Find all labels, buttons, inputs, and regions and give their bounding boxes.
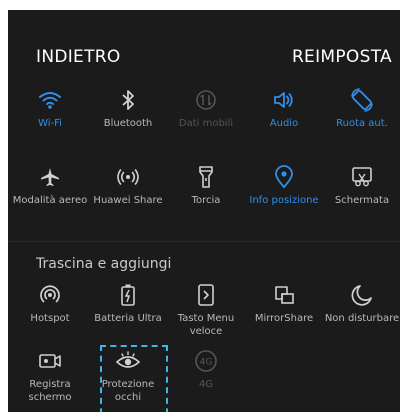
tile-flashlight[interactable]: Torcia xyxy=(167,162,245,207)
reset-button[interactable]: REIMPOSTA xyxy=(292,47,392,67)
tile-label: Non disturbare xyxy=(324,313,400,324)
tile-label: 4G xyxy=(198,379,214,390)
hotspot-icon xyxy=(11,280,89,310)
auto-rotate-icon xyxy=(323,85,400,115)
tile-mobile-data[interactable]: Dati mobili xyxy=(167,85,245,130)
tile-label: Audio xyxy=(269,118,299,129)
tile-label: Huawei Share xyxy=(93,195,163,206)
tile-screen-record[interactable]: Registra schermo xyxy=(11,346,89,404)
back-button[interactable]: INDIETRO xyxy=(36,47,121,67)
tile-label: Modalità aereo xyxy=(12,195,88,206)
tile-label: Dati mobili xyxy=(178,118,234,129)
tile-wifi[interactable]: Wi-Fi xyxy=(11,85,89,130)
screenshot-icon xyxy=(323,162,400,192)
tile-label: Schermata xyxy=(334,195,390,206)
tile-label: Ruota aut. xyxy=(336,118,388,129)
speaker-icon xyxy=(245,85,323,115)
bluetooth-icon xyxy=(89,85,167,115)
section-divider xyxy=(8,241,400,242)
tile-label: Info posizione xyxy=(249,195,319,206)
tile-label: Tasto Menu veloce xyxy=(177,313,235,337)
4g-icon: 4G xyxy=(167,346,245,376)
screen-record-icon xyxy=(11,346,89,376)
tile-hotspot[interactable]: Hotspot xyxy=(11,280,89,325)
tile-location[interactable]: Info posizione xyxy=(245,162,323,207)
tile-label: MirrorShare xyxy=(254,313,314,324)
tile-audio[interactable]: Audio xyxy=(245,85,323,130)
drag-highlight-outline xyxy=(100,345,168,412)
tile-label: Batteria Ultra xyxy=(94,313,162,324)
tile-ultra-battery[interactable]: Batteria Ultra xyxy=(89,280,167,325)
svg-text:4G: 4G xyxy=(200,358,213,368)
quick-settings-edit-panel: INDIETRO REIMPOSTA Wi-Fi Bluetooth Dati … xyxy=(8,10,400,412)
mobile-data-icon xyxy=(167,85,245,115)
tile-screenshot[interactable]: Schermata xyxy=(323,162,400,207)
tile-label: Registra schermo xyxy=(28,379,72,403)
tile-do-not-disturb[interactable]: Non disturbare xyxy=(323,280,400,325)
moon-icon xyxy=(323,280,400,310)
mirror-share-icon xyxy=(245,280,323,310)
tile-label: Torcia xyxy=(191,195,221,206)
tile-label: Hotspot xyxy=(30,313,70,324)
tile-label: Bluetooth xyxy=(103,118,153,129)
tile-floating-menu[interactable]: Tasto Menu veloce xyxy=(167,280,245,338)
wifi-icon xyxy=(11,85,89,115)
tile-auto-rotate[interactable]: Ruota aut. xyxy=(323,85,400,130)
tile-huawei-share[interactable]: Huawei Share xyxy=(89,162,167,207)
tile-4g[interactable]: 4G 4G xyxy=(167,346,245,391)
airplane-icon xyxy=(11,162,89,192)
location-icon xyxy=(245,162,323,192)
battery-icon xyxy=(89,280,167,310)
tile-mirrorshare[interactable]: MirrorShare xyxy=(245,280,323,325)
tile-label: Wi-Fi xyxy=(38,118,62,129)
flashlight-icon xyxy=(167,162,245,192)
section-title: Trascina e aggiungi xyxy=(36,256,172,272)
tile-bluetooth[interactable]: Bluetooth xyxy=(89,85,167,130)
huawei-share-icon xyxy=(89,162,167,192)
floating-menu-icon xyxy=(167,280,245,310)
tile-airplane-mode[interactable]: Modalità aereo xyxy=(11,162,89,207)
top-bar: INDIETRO REIMPOSTA xyxy=(8,10,400,85)
